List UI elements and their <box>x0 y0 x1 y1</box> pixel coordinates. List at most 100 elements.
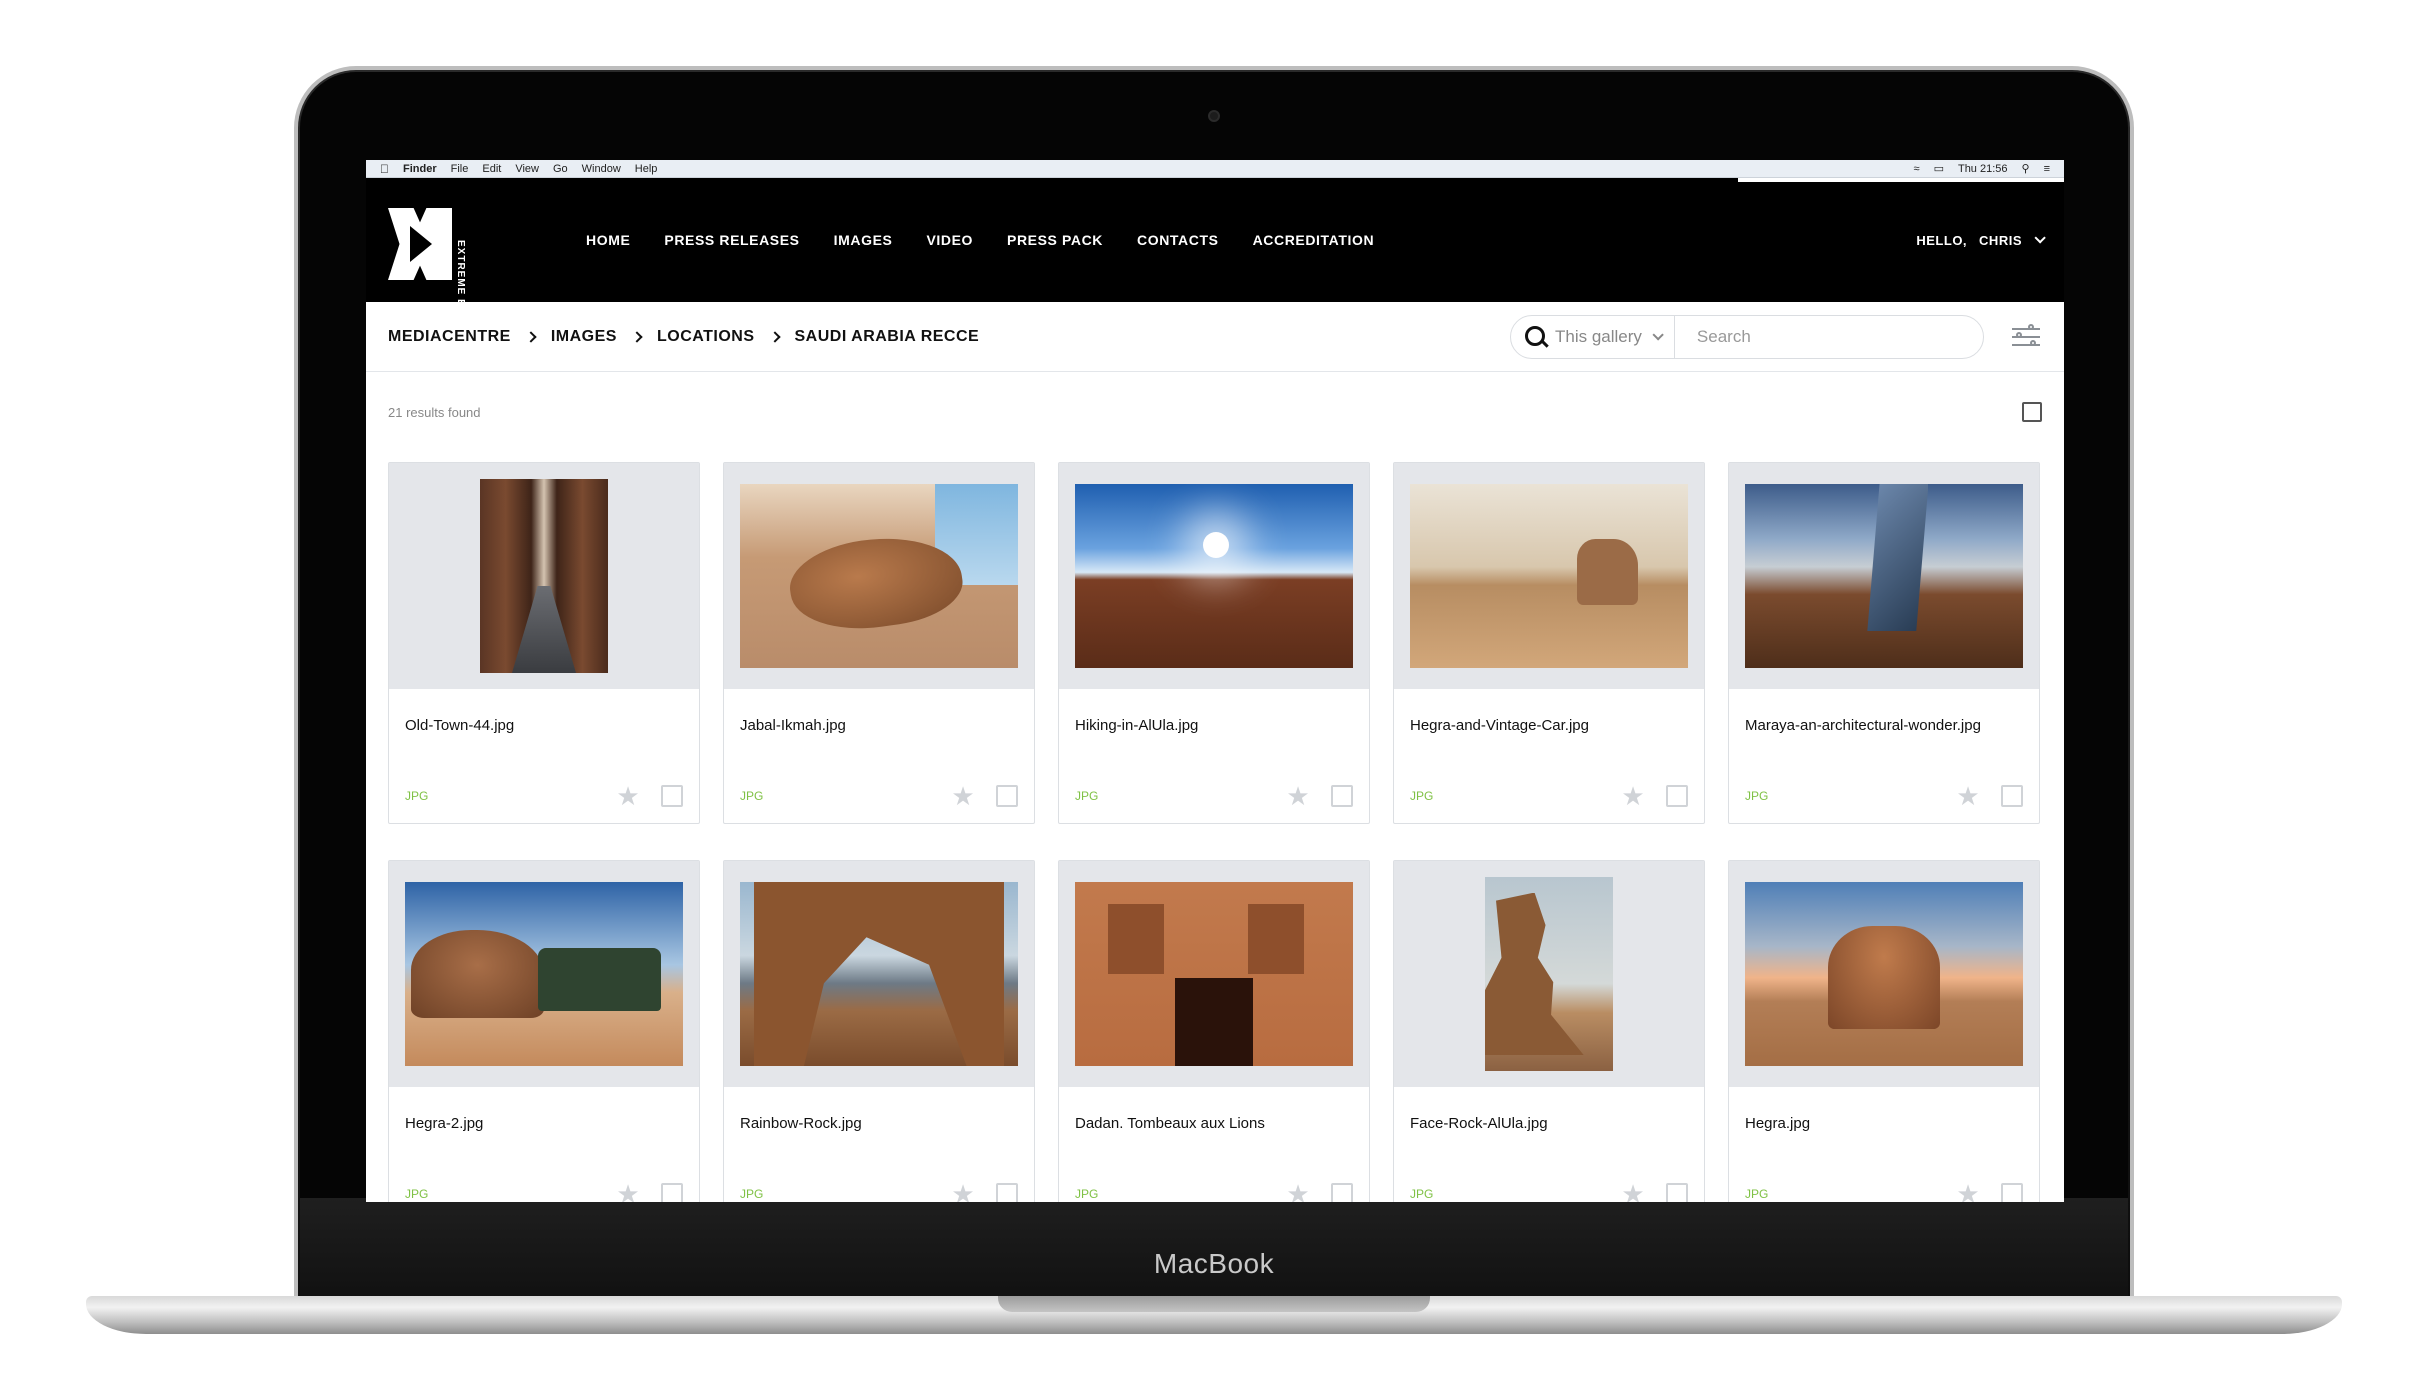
star-icon[interactable]: ★ <box>950 783 976 809</box>
image-filename[interactable]: Old-Town-44.jpg <box>389 689 699 734</box>
select-checkbox[interactable] <box>1331 785 1353 807</box>
star-icon[interactable]: ★ <box>950 1181 976 1202</box>
image-thumbnail[interactable] <box>1485 877 1613 1071</box>
card-footer: JPG ★ <box>405 1181 683 1202</box>
menubar-clock[interactable]: Thu 21:56 <box>1958 163 2008 175</box>
star-icon[interactable]: ★ <box>1955 783 1981 809</box>
image-filename[interactable]: Hegra.jpg <box>1729 1087 2039 1132</box>
thumbnail-container[interactable] <box>724 861 1034 1087</box>
thumbnail-container[interactable] <box>389 861 699 1087</box>
star-icon[interactable]: ★ <box>1620 1181 1646 1202</box>
menubar-item-window[interactable]: Window <box>582 163 621 175</box>
star-icon[interactable]: ★ <box>1955 1181 1981 1202</box>
nav-images[interactable]: IMAGES <box>834 232 893 248</box>
breadcrumb-images[interactable]: IMAGES <box>551 328 617 346</box>
thumbnail-container[interactable] <box>1394 861 1704 1087</box>
image-card[interactable]: Maraya-an-architectural-wonder.jpg JPG ★ <box>1728 462 2040 824</box>
thumbnail-container[interactable] <box>1729 861 2039 1087</box>
wifi-icon[interactable]: ≈ <box>1914 163 1920 175</box>
menubar-item-go[interactable]: Go <box>553 163 568 175</box>
thumbnail-container[interactable] <box>1059 861 1369 1087</box>
site-logo[interactable]: EXTREME E <box>388 200 498 307</box>
breadcrumb-current[interactable]: SAUDI ARABIA RECCE <box>795 328 980 346</box>
image-thumbnail[interactable] <box>1745 882 2023 1066</box>
image-card[interactable]: Rainbow-Rock.jpg JPG ★ <box>723 860 1035 1202</box>
star-icon[interactable]: ★ <box>615 783 641 809</box>
image-filename[interactable]: Hegra-and-Vintage-Car.jpg <box>1394 689 1704 734</box>
apple-menu-icon[interactable]:  <box>380 162 389 176</box>
search-icon[interactable] <box>1511 315 1555 359</box>
image-card[interactable]: Hiking-in-AlUla.jpg JPG ★ <box>1058 462 1370 824</box>
image-card[interactable]: Face-Rock-AlUla.jpg JPG ★ <box>1393 860 1705 1202</box>
nav-press-pack[interactable]: PRESS PACK <box>1007 232 1103 248</box>
image-thumbnail[interactable] <box>405 882 683 1066</box>
select-all-checkbox[interactable] <box>2022 402 2042 422</box>
battery-icon[interactable]: ▭ <box>1934 162 1944 175</box>
main-nav: HOME PRESS RELEASES IMAGES VIDEO PRESS P… <box>586 232 1374 248</box>
image-thumbnail[interactable] <box>1075 484 1353 668</box>
thumbnail-container[interactable] <box>389 463 699 689</box>
thumbnail-container[interactable] <box>724 463 1034 689</box>
star-icon[interactable]: ★ <box>615 1181 641 1202</box>
star-icon[interactable]: ★ <box>1285 783 1311 809</box>
menubar-item-help[interactable]: Help <box>635 163 658 175</box>
thumbnail-container[interactable] <box>1729 463 2039 689</box>
select-checkbox[interactable] <box>996 785 1018 807</box>
image-card[interactable]: Dadan. Tombeaux aux Lions JPG ★ <box>1058 860 1370 1202</box>
nav-press-releases[interactable]: PRESS RELEASES <box>664 232 799 248</box>
card-footer: JPG ★ <box>1410 783 1688 809</box>
image-filename[interactable]: Dadan. Tombeaux aux Lions <box>1059 1087 1369 1132</box>
notification-center-icon[interactable]: ≡ <box>2044 163 2050 175</box>
image-thumbnail[interactable] <box>480 479 608 673</box>
star-icon[interactable]: ★ <box>1620 783 1646 809</box>
image-filename[interactable]: Maraya-an-architectural-wonder.jpg <box>1729 689 2039 734</box>
menubar-app-name[interactable]: Finder <box>403 163 437 175</box>
select-checkbox[interactable] <box>2001 1183 2023 1202</box>
select-checkbox[interactable] <box>1331 1183 1353 1202</box>
select-checkbox[interactable] <box>661 785 683 807</box>
chevron-right-icon <box>525 330 537 343</box>
image-card[interactable]: Hegra-2.jpg JPG ★ <box>388 860 700 1202</box>
spotlight-icon[interactable]: ⚲ <box>2022 162 2030 175</box>
image-card[interactable]: Hegra.jpg JPG ★ <box>1728 860 2040 1202</box>
image-card[interactable]: Hegra-and-Vintage-Car.jpg JPG ★ <box>1393 462 1705 824</box>
search-box: This gallery <box>1510 314 1984 359</box>
search-scope-select[interactable]: This gallery <box>1555 315 1675 358</box>
file-type-label: JPG <box>1745 789 1769 803</box>
image-thumbnail[interactable] <box>740 882 1018 1066</box>
file-type-label: JPG <box>405 1187 429 1201</box>
select-checkbox[interactable] <box>1666 1183 1688 1202</box>
image-card[interactable]: Jabal-Ikmah.jpg JPG ★ <box>723 462 1035 824</box>
image-filename[interactable]: Jabal-Ikmah.jpg <box>724 689 1034 734</box>
search-input[interactable] <box>1674 315 1983 358</box>
image-thumbnail[interactable] <box>1075 882 1353 1066</box>
nav-accreditation[interactable]: ACCREDITATION <box>1253 232 1375 248</box>
thumbnail-container[interactable] <box>1394 463 1704 689</box>
breadcrumb-locations[interactable]: LOCATIONS <box>657 328 755 346</box>
star-icon[interactable]: ★ <box>1285 1181 1311 1202</box>
image-thumbnail[interactable] <box>1410 484 1688 668</box>
user-menu[interactable]: HELLO, CHRIS <box>1916 232 2046 248</box>
menubar-item-edit[interactable]: Edit <box>482 163 501 175</box>
breadcrumb: MEDIACENTRE IMAGES LOCATIONS SAUDI ARABI… <box>388 328 979 346</box>
image-card[interactable]: Old-Town-44.jpg JPG ★ <box>388 462 700 824</box>
filter-sliders-icon[interactable] <box>2012 323 2042 350</box>
image-thumbnail[interactable] <box>1745 484 2023 668</box>
menubar-item-file[interactable]: File <box>451 163 469 175</box>
select-checkbox[interactable] <box>996 1183 1018 1202</box>
select-checkbox[interactable] <box>1666 785 1688 807</box>
select-checkbox[interactable] <box>661 1183 683 1202</box>
nav-video[interactable]: VIDEO <box>926 232 973 248</box>
thumbnail-container[interactable] <box>1059 463 1369 689</box>
nav-contacts[interactable]: CONTACTS <box>1137 232 1219 248</box>
image-filename[interactable]: Rainbow-Rock.jpg <box>724 1087 1034 1132</box>
image-filename[interactable]: Face-Rock-AlUla.jpg <box>1394 1087 1704 1132</box>
image-filename[interactable]: Hiking-in-AlUla.jpg <box>1059 689 1369 734</box>
menubar-item-view[interactable]: View <box>515 163 539 175</box>
nav-home[interactable]: HOME <box>586 232 630 248</box>
image-filename[interactable]: Hegra-2.jpg <box>389 1087 699 1132</box>
breadcrumb-mediacentre[interactable]: MEDIACENTRE <box>388 328 511 346</box>
file-type-label: JPG <box>1410 1187 1434 1201</box>
select-checkbox[interactable] <box>2001 785 2023 807</box>
image-thumbnail[interactable] <box>740 484 1018 668</box>
